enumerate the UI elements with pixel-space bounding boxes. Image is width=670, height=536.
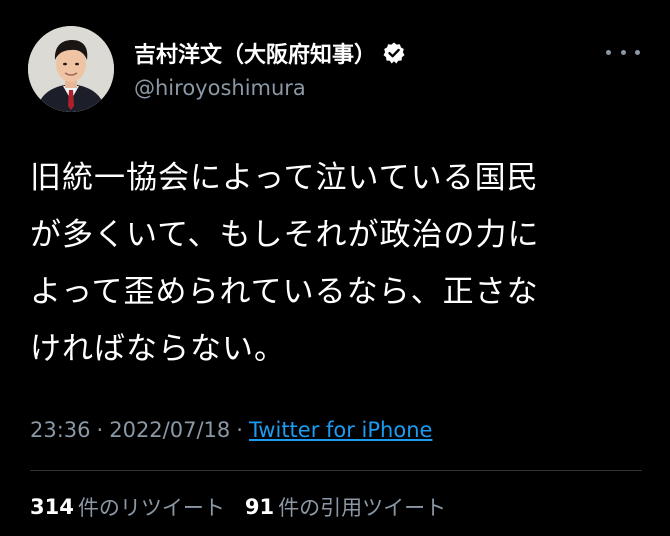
tweet-source-link[interactable]: Twitter for iPhone [249, 418, 433, 442]
retweets-label: 件のリツイート [77, 496, 225, 520]
tweet-date[interactable]: 2022/07/18 [109, 418, 230, 442]
divider [30, 470, 642, 471]
meta-separator: · [236, 418, 243, 442]
retweets-stat[interactable]: 314 件のリツイート [30, 492, 225, 522]
tweet-stats: 314 件のリツイート 91 件の引用ツイート [30, 492, 466, 522]
author-display-name[interactable]: 吉村洋文（大阪府知事） [134, 37, 376, 69]
tweet-text-line: が多くいて、もしそれが政治の力に [30, 217, 540, 253]
tweet-text: 旧統一協会によって泣いている国民 が多くいて、もしそれが政治の力に よって歪めら… [30, 150, 640, 378]
author-handle[interactable]: @hiroyoshimura [134, 76, 306, 100]
more-options-icon[interactable] [606, 40, 640, 64]
avatar[interactable] [28, 26, 114, 112]
tweet-detail: 吉村洋文（大阪府知事） @hiroyoshimura 旧統一協会によって泣いてい… [0, 0, 670, 536]
quote-tweets-count: 91 [244, 495, 275, 519]
avatar-photo [28, 26, 114, 112]
tweet-text-line: 旧統一協会によって泣いている国民 [30, 160, 539, 196]
author-name-row[interactable]: 吉村洋文（大阪府知事） [134, 36, 406, 70]
quote-tweets-stat[interactable]: 91 件の引用ツイート [245, 492, 446, 522]
tweet-meta: 23:36 · 2022/07/18 · Twitter for iPhone [30, 418, 432, 442]
tweet-time[interactable]: 23:36 [30, 418, 91, 442]
retweets-count: 314 [30, 495, 74, 519]
verified-badge-icon [382, 41, 406, 65]
meta-separator: · [96, 418, 104, 442]
quote-tweets-label: 件の引用ツイート [278, 496, 447, 520]
dot-icon [635, 49, 640, 55]
tweet-text-line: ければならない。 [30, 331, 286, 367]
tweet-text-line: よって歪められているなら、正さな [30, 274, 539, 310]
dot-icon [620, 49, 626, 55]
dot-icon [606, 49, 611, 55]
